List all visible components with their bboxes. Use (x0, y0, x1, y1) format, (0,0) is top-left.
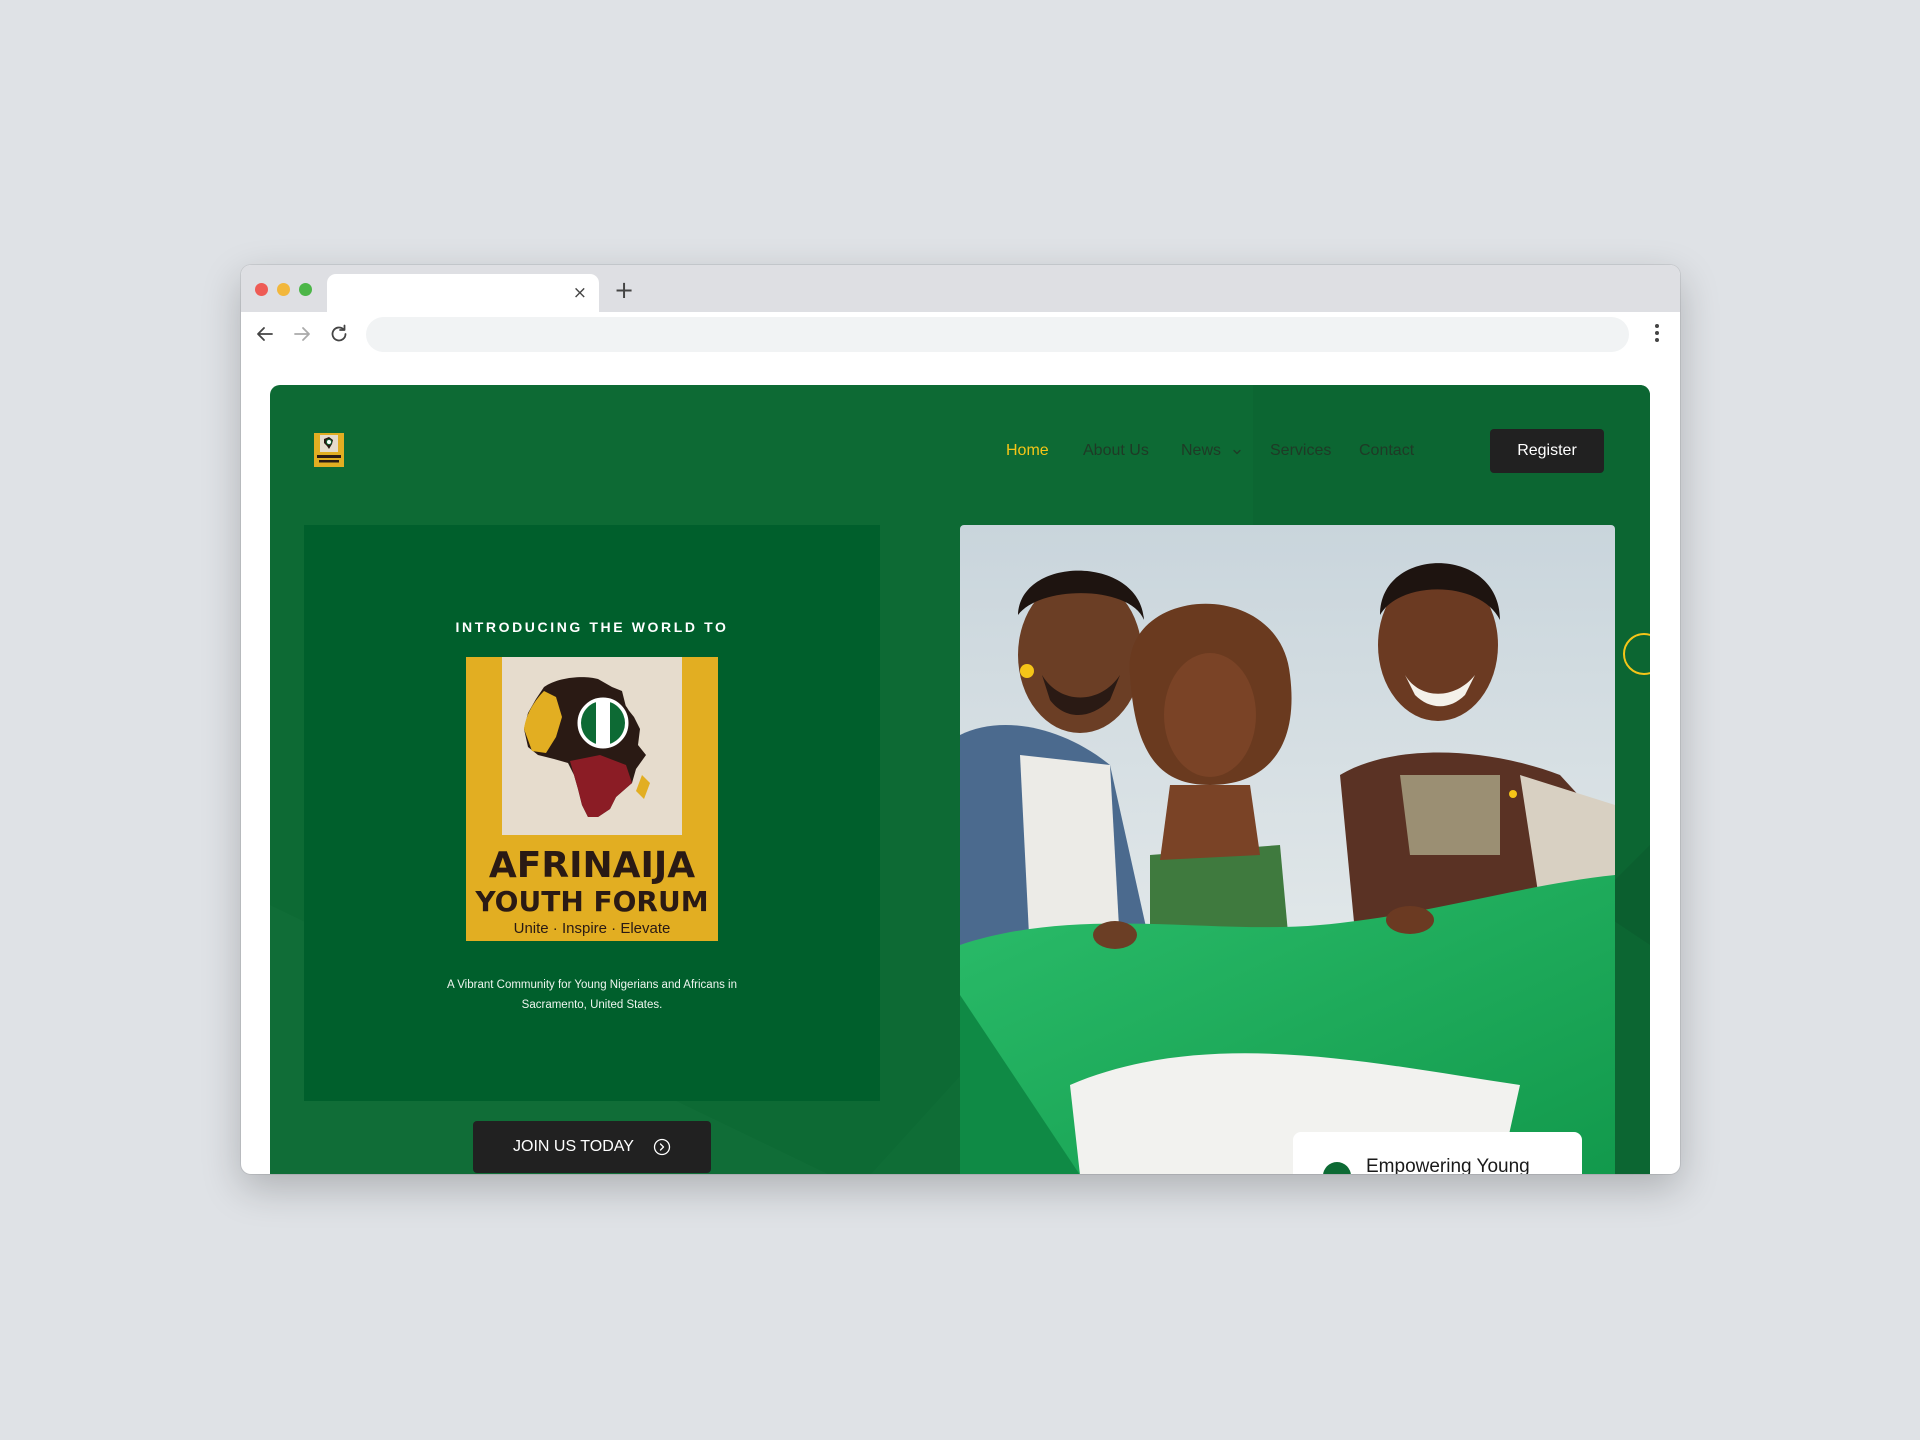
nav-about-link[interactable]: About Us (1083, 441, 1149, 461)
nav-services-link[interactable]: Services (1270, 441, 1331, 461)
decorative-dot (1020, 664, 1034, 678)
minimize-window-button[interactable] (277, 283, 290, 296)
arrow-circle-icon (653, 1138, 671, 1156)
logo-name-line2: YOUTH FORUM (474, 885, 708, 918)
intro-heading: INTRODUCING THE WORLD TO (455, 619, 729, 635)
join-us-button[interactable]: JOIN US TODAY (473, 1121, 711, 1173)
nav-contact-link[interactable]: Contact (1359, 441, 1414, 461)
close-tab-icon[interactable]: × (573, 283, 587, 303)
hero-photo (960, 525, 1615, 1174)
browser-menu-icon[interactable] (1654, 323, 1660, 343)
intro-card: INTRODUCING THE WORLD TO AFRINAIJA YOUTH… (304, 525, 880, 1101)
nav-news-link[interactable]: News (1181, 441, 1221, 461)
reload-icon[interactable] (327, 322, 351, 346)
address-bar[interactable] (366, 317, 1629, 352)
browser-window: × + Home About Us News Services Contact … (241, 265, 1680, 1174)
decorative-dot (1509, 790, 1517, 798)
new-tab-icon[interactable]: + (614, 278, 634, 302)
feature-card-text: Empowering Young (1366, 1156, 1530, 1174)
web-page: Home About Us News Services Contact Regi… (270, 385, 1650, 1174)
browser-tab-bar: × + (241, 265, 1680, 312)
afrinaija-logo: AFRINAIJA YOUTH FORUM Unite · Inspire · … (466, 657, 718, 941)
intro-description: A Vibrant Community for Young Nigerians … (446, 979, 737, 1011)
chevron-down-icon[interactable] (1232, 447, 1242, 457)
site-logo[interactable] (314, 433, 344, 467)
close-window-button[interactable] (255, 283, 268, 296)
browser-toolbar (241, 312, 1680, 357)
maximize-window-button[interactable] (299, 283, 312, 296)
logo-tagline: Unite · Inspire · Elevate (514, 920, 671, 937)
back-arrow-icon[interactable] (253, 322, 277, 346)
register-button[interactable]: Register (1490, 429, 1604, 473)
logo-name-line1: AFRINAIJA (489, 845, 695, 886)
browser-tab[interactable]: × (327, 274, 599, 312)
feature-card: Empowering Young (1293, 1132, 1582, 1174)
check-icon (1323, 1162, 1351, 1174)
join-us-label: JOIN US TODAY (513, 1138, 634, 1155)
nav-home-link[interactable]: Home (1006, 441, 1049, 461)
forward-arrow-icon[interactable] (290, 322, 314, 346)
